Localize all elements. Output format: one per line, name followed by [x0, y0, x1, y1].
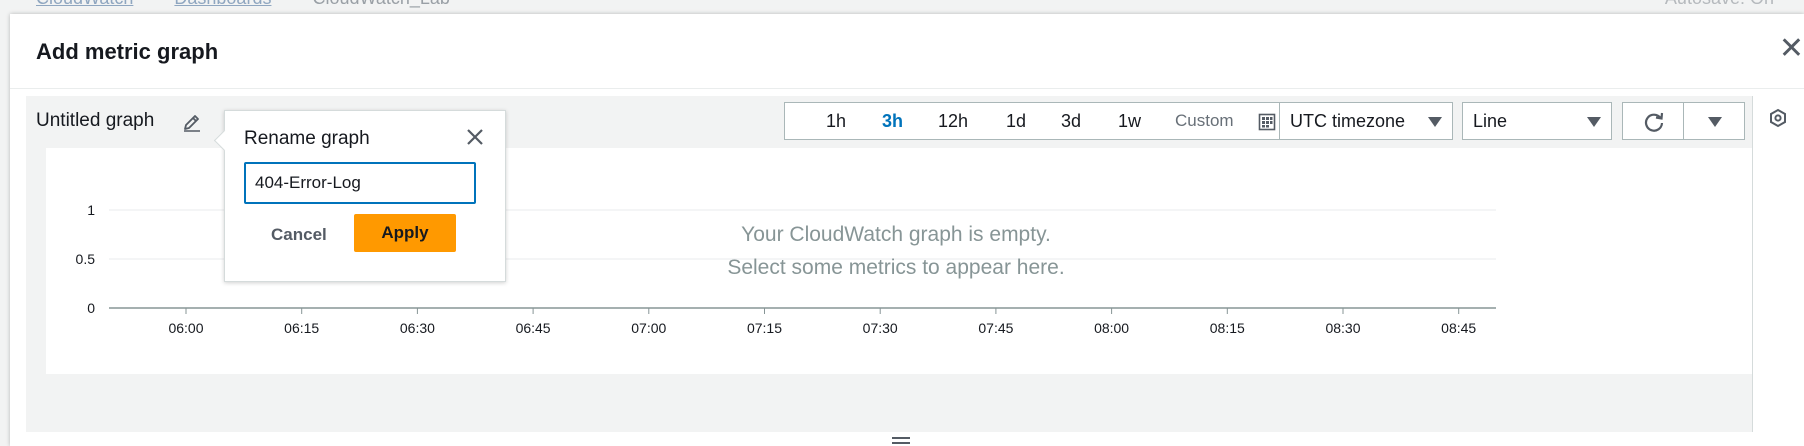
rename-graph-popover: Rename graph Cancel Apply	[213, 110, 506, 282]
chart-type-value: Line	[1473, 111, 1508, 131]
empty-message-line1: Your CloudWatch graph is empty.	[741, 223, 1051, 246]
time-range-12h[interactable]: 12h	[938, 111, 968, 132]
x-tick-label: 08:00	[1094, 320, 1129, 336]
caret-down-icon	[1708, 117, 1722, 127]
x-tick-label: 07:30	[863, 320, 898, 336]
empty-message-line2: Select some metrics to appear here.	[727, 256, 1065, 279]
graph-name-input[interactable]	[244, 162, 476, 204]
timezone-value: UTC timezone	[1290, 111, 1406, 131]
chart-type-select[interactable]: Line	[1462, 102, 1612, 140]
time-range-1h[interactable]: 1h	[826, 111, 846, 132]
close-icon[interactable]: ✕	[1779, 34, 1804, 64]
y-tick-label: 0.5	[76, 251, 96, 267]
time-range-1w[interactable]: 1w	[1118, 111, 1141, 132]
custom-range-button[interactable]: Custom	[1175, 111, 1234, 131]
background-page: CloudWatch Dashboards CloudWatch_Lab Aut…	[0, 0, 1804, 14]
breadcrumb-current: CloudWatch_Lab	[312, 0, 449, 8]
x-tick-label: 07:15	[747, 320, 782, 336]
x-tick-label: 06:30	[400, 320, 435, 336]
time-range-3d[interactable]: 3d	[1061, 111, 1081, 132]
x-tick-label: 07:00	[631, 320, 666, 336]
modal-title: Add metric graph	[36, 39, 219, 64]
x-tick-label: 07:45	[978, 320, 1013, 336]
breadcrumb-cloudwatch[interactable]: CloudWatch	[36, 0, 133, 8]
graph-title: Untitled graph	[36, 110, 155, 131]
resize-handle-icon[interactable]	[892, 436, 910, 446]
modal-header: Add metric graph ✕	[10, 14, 1804, 89]
cancel-button[interactable]: Cancel	[271, 225, 327, 245]
x-tick-label: 06:15	[284, 320, 319, 336]
x-tick-label: 06:00	[168, 320, 203, 336]
x-tick-label: 08:15	[1210, 320, 1245, 336]
caret-down-icon	[1587, 117, 1601, 127]
time-range-1d[interactable]: 1d	[1006, 111, 1026, 132]
close-icon[interactable]	[465, 127, 485, 147]
caret-down-icon	[1428, 117, 1442, 127]
refresh-button[interactable]	[1622, 102, 1684, 140]
panel-divider	[1752, 96, 1753, 432]
y-tick-label: 0	[87, 300, 95, 316]
time-range-3h[interactable]: 3h	[882, 111, 903, 132]
apply-button[interactable]: Apply	[354, 214, 456, 252]
time-range-selector: 1h 3h 12h 1d 3d 1w Custom	[784, 102, 1280, 140]
breadcrumb: CloudWatch Dashboards CloudWatch_Lab	[36, 0, 486, 9]
refresh-icon	[1644, 112, 1664, 132]
empty-graph-message: Your CloudWatch graph is empty. Select s…	[616, 218, 1176, 284]
refresh-options-button[interactable]	[1683, 102, 1745, 140]
popover-title: Rename graph	[244, 128, 370, 149]
timezone-select[interactable]: UTC timezone	[1279, 102, 1453, 140]
calendar-icon[interactable]	[1258, 113, 1276, 131]
pencil-icon[interactable]	[182, 112, 202, 132]
breadcrumb-dashboards[interactable]: Dashboards	[174, 0, 271, 8]
x-tick-label: 08:30	[1325, 320, 1360, 336]
autosave-status: Autosave: On	[1665, 0, 1774, 9]
settings-hexagon-icon[interactable]	[1768, 108, 1788, 128]
x-tick-label: 08:45	[1441, 320, 1476, 336]
x-tick-label: 06:45	[516, 320, 551, 336]
y-tick-label: 1	[87, 202, 95, 218]
